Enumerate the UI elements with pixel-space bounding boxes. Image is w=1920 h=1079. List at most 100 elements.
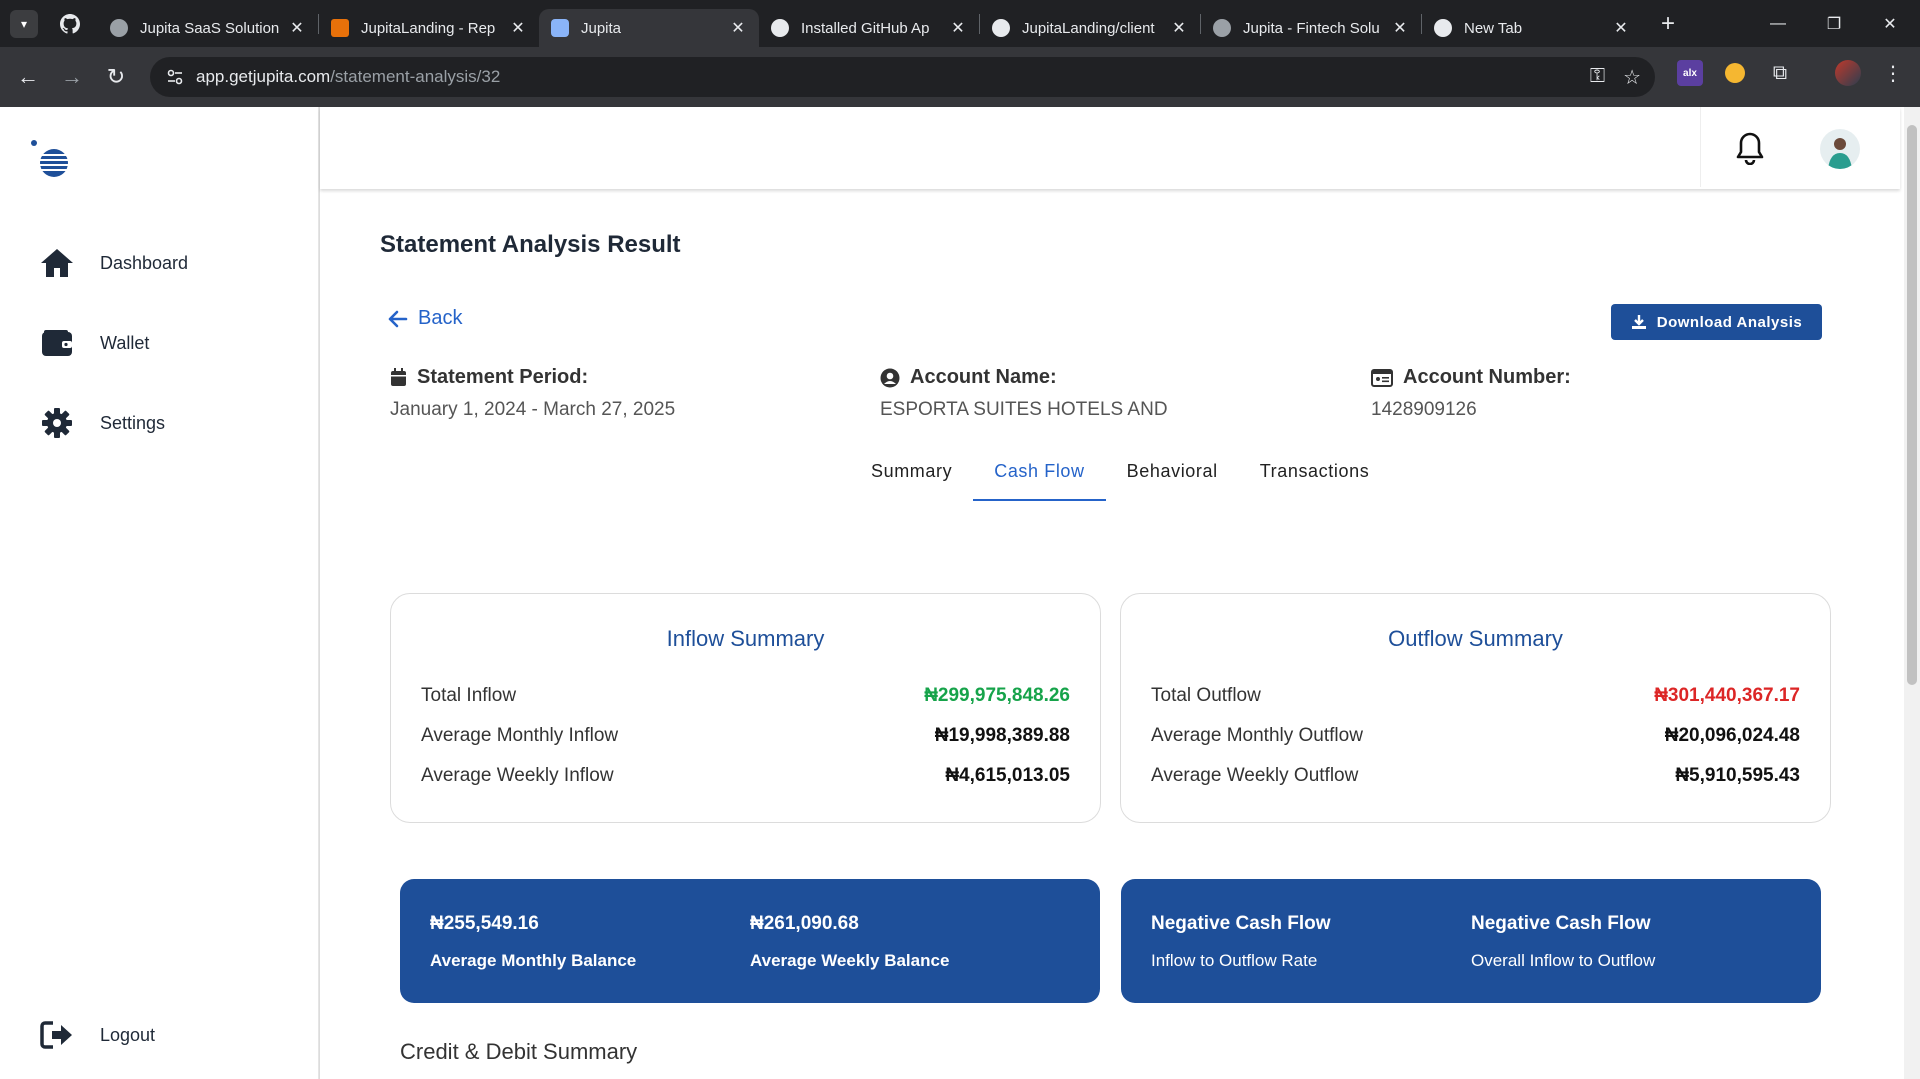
download-icon <box>1631 315 1646 329</box>
row-label: Total Outflow <box>1151 685 1261 706</box>
sidebar-item-label: Settings <box>100 412 166 433</box>
close-icon[interactable]: ✕ <box>288 18 306 38</box>
row-value: ₦299,975,848.26 <box>924 685 1070 706</box>
url-host: app.getjupita.com <box>196 67 331 86</box>
row-label: Average Weekly Inflow <box>421 765 614 786</box>
row-value: ₦4,615,013.05 <box>945 765 1070 786</box>
tab-search-button[interactable]: ▾ <box>10 9 38 38</box>
home-icon <box>38 244 76 282</box>
summary-row: Average Monthly Inflow ₦19,998,389.88 <box>421 725 1070 747</box>
close-icon[interactable]: ✕ <box>509 18 527 38</box>
browser-tab-6[interactable]: New Tab ✕ <box>1422 9 1642 47</box>
credit-debit-summary-heading: Credit & Debit Summary <box>400 1039 638 1064</box>
account-number-value: 1428909126 <box>1371 399 1477 420</box>
site-info-icon[interactable] <box>166 68 184 86</box>
scrollbar-thumb[interactable] <box>1907 125 1917 685</box>
back-arrow-icon[interactable]: ← <box>8 57 48 97</box>
sidebar: Dashboard Wallet Settings Logout <box>0 107 319 1079</box>
address-bar[interactable]: app.getjupita.com/statement-analysis/32 … <box>150 57 1655 97</box>
extension-alx-icon[interactable]: alx <box>1677 60 1703 86</box>
user-circle-icon <box>880 368 900 387</box>
sidebar-item-label: Dashboard <box>100 252 189 273</box>
rate-label: Inflow to Outflow Rate <box>1151 951 1318 970</box>
tab-title: JupitaLanding/client <box>1022 19 1155 37</box>
tab-title: Jupita <box>581 19 622 37</box>
back-link[interactable]: Back <box>388 307 462 330</box>
row-value: ₦301,440,367.17 <box>1654 685 1800 706</box>
browser-tab-3[interactable]: Installed GitHub Ap ✕ <box>759 9 979 47</box>
inflow-title: Inflow Summary <box>666 626 825 651</box>
tab-title: Jupita - Fintech Solu <box>1243 19 1380 37</box>
cash-flow-rate-box: Negative Cash Flow Inflow to Outflow Rat… <box>1121 879 1821 1003</box>
gear-icon <box>38 404 76 442</box>
more-menu-icon[interactable]: ⋮ <box>1880 60 1906 86</box>
sidebar-item-wallet[interactable]: Wallet <box>38 323 149 363</box>
github-icon <box>771 19 789 37</box>
tab-favicon <box>551 19 569 37</box>
close-icon[interactable]: ✕ <box>1391 18 1409 38</box>
extensions-puzzle-icon[interactable]: ⧉ <box>1767 60 1793 86</box>
url-text[interactable]: app.getjupita.com/statement-analysis/32 <box>196 67 500 87</box>
inflow-summary-card: Inflow Summary Total Inflow ₦299,975,848… <box>390 593 1101 823</box>
sidebar-item-label: Wallet <box>100 332 150 353</box>
forward-arrow-icon[interactable]: → <box>52 57 92 97</box>
github-icon <box>992 19 1010 37</box>
tab-title: Installed GitHub Ap <box>801 19 930 37</box>
summary-row: Total Inflow ₦299,975,848.26 <box>421 685 1070 707</box>
browser-tab-4[interactable]: JupitaLanding/client ✕ <box>980 9 1200 47</box>
extension-coin-icon[interactable] <box>1722 60 1748 86</box>
github-icon <box>60 13 80 34</box>
tab-title: JupitaLanding - Rep <box>361 19 496 37</box>
tab-transactions[interactable]: Transactions <box>1239 461 1391 501</box>
chrome-icon <box>1434 19 1452 37</box>
logout-icon <box>38 1016 76 1054</box>
row-value: ₦20,096,024.48 <box>1664 725 1800 746</box>
monthly-balance-value: ₦255,549.16 <box>430 913 539 934</box>
overall-inflow-outflow: Negative Cash Flow Overall Inflow to Out… <box>1471 913 1655 971</box>
download-analysis-button[interactable]: Download Analysis <box>1611 304 1822 340</box>
overall-label: Overall Inflow to Outflow <box>1471 951 1656 970</box>
github-pinned-tab[interactable] <box>56 10 84 38</box>
inflow-outflow-rate: Negative Cash Flow Inflow to Outflow Rat… <box>1151 913 1331 971</box>
user-avatar[interactable] <box>1820 129 1860 169</box>
account-name: Account Name: ESPORTA SUITES HOTELS AND <box>880 366 1168 421</box>
statement-period: Statement Period: January 1, 2024 - Marc… <box>390 366 675 421</box>
notification-bell-icon[interactable] <box>1735 131 1765 170</box>
bookmark-star-icon[interactable]: ☆ <box>1623 65 1641 90</box>
tab-summary[interactable]: Summary <box>850 461 973 501</box>
sidebar-item-settings[interactable]: Settings <box>38 403 165 443</box>
row-label: Total Inflow <box>421 685 517 706</box>
jupita-logo[interactable] <box>28 137 72 186</box>
browser-tab-5[interactable]: Jupita - Fintech Solu ✕ <box>1201 9 1421 47</box>
tab-behavioral[interactable]: Behavioral <box>1106 461 1239 501</box>
close-window-button[interactable]: ✕ <box>1862 0 1918 47</box>
balance-summary-box: ₦255,549.16 Average Monthly Balance ₦261… <box>400 879 1100 1003</box>
summary-row: Average Monthly Outflow ₦20,096,024.48 <box>1151 725 1800 747</box>
logout-button[interactable]: Logout <box>38 1015 155 1055</box>
account-number: Account Number: 1428909126 <box>1371 366 1571 421</box>
summary-row: Average Weekly Outflow ₦5,910,595.43 <box>1151 765 1800 787</box>
close-icon[interactable]: ✕ <box>1612 18 1630 38</box>
close-icon[interactable]: ✕ <box>729 18 747 38</box>
password-key-icon[interactable]: ⚿ <box>1590 65 1605 90</box>
browser-tab-2[interactable]: Jupita ✕ <box>539 9 759 47</box>
account-number-label: Account Number: <box>1403 366 1571 388</box>
account-name-label: Account Name: <box>910 366 1057 388</box>
close-icon[interactable]: ✕ <box>949 18 967 38</box>
url-path: /statement-analysis/32 <box>330 67 501 86</box>
restore-button[interactable]: ❐ <box>1806 0 1862 47</box>
browser-tab-1[interactable]: JupitaLanding - Rep ✕ <box>319 9 539 47</box>
rate-status: Negative Cash Flow <box>1151 913 1331 934</box>
close-icon[interactable]: ✕ <box>1170 18 1188 38</box>
weekly-balance: ₦261,090.68 Average Weekly Balance <box>750 913 949 971</box>
tab-cash-flow[interactable]: Cash Flow <box>973 461 1106 501</box>
globe-icon <box>1213 19 1231 37</box>
sidebar-item-dashboard[interactable]: Dashboard <box>38 243 188 283</box>
browser-tab-0[interactable]: Jupita SaaS Solution ✕ <box>98 9 318 47</box>
profile-avatar-icon[interactable] <box>1835 60 1861 86</box>
new-tab-button[interactable]: + <box>1654 10 1682 38</box>
weekly-balance-label: Average Weekly Balance <box>750 951 950 970</box>
reload-icon[interactable]: ↻ <box>96 57 136 97</box>
outflow-title: Outflow Summary <box>1388 626 1563 651</box>
minimize-button[interactable]: — <box>1750 0 1806 47</box>
